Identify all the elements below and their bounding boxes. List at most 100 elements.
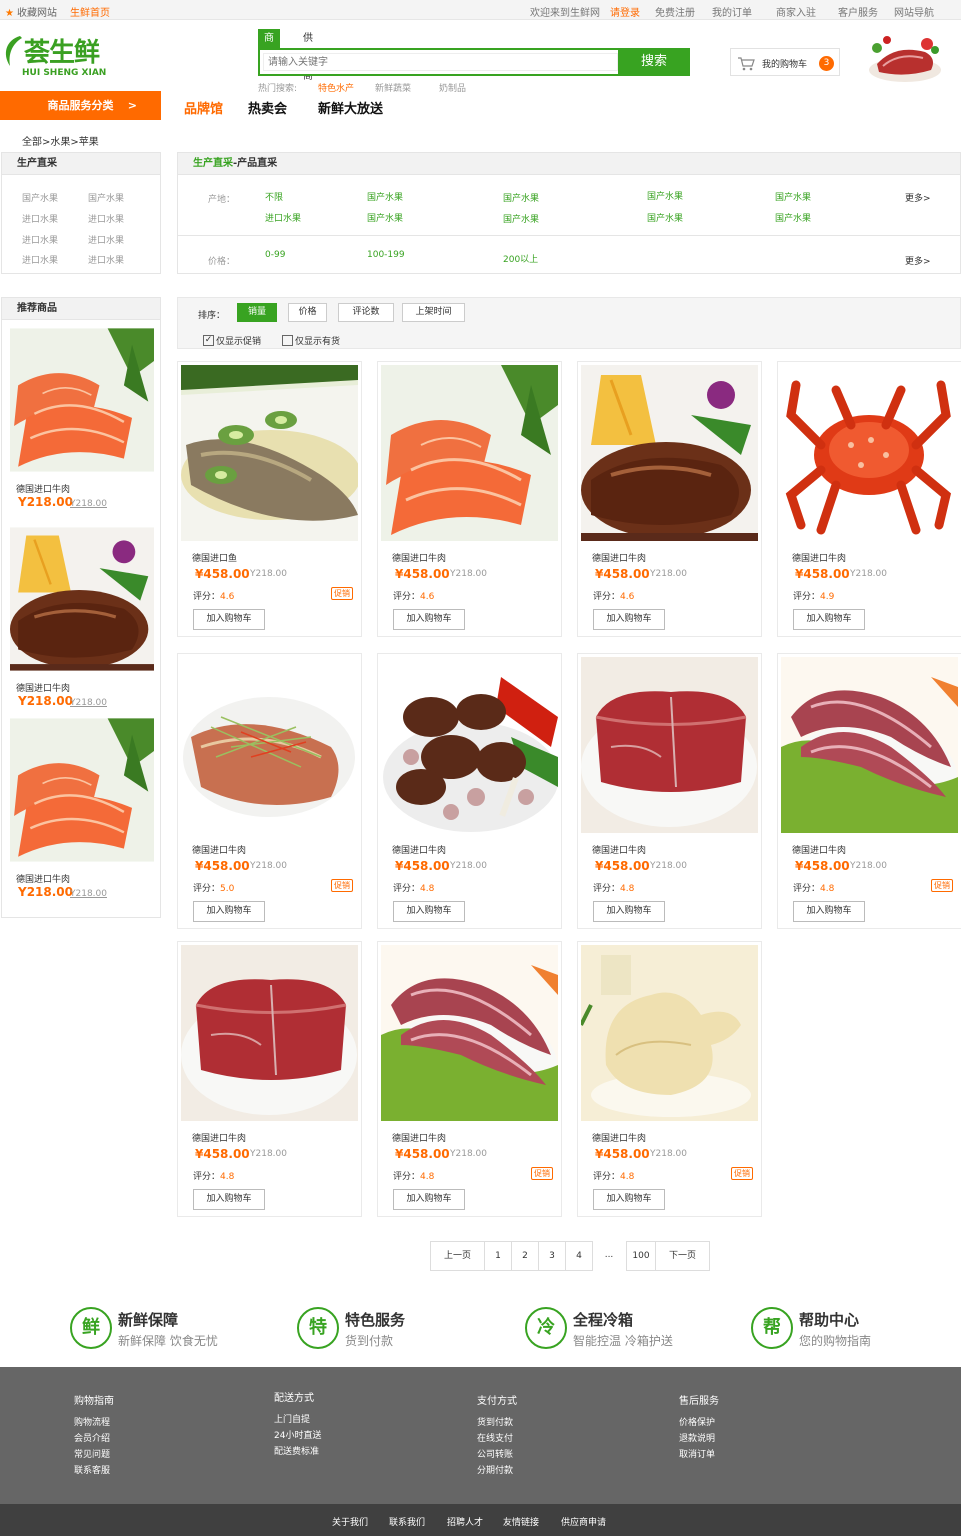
sort-by-price[interactable]: 价格 <box>288 303 327 322</box>
customer-service-link[interactable]: 客户服务 <box>838 4 878 19</box>
footer-link[interactable]: 价格保护 <box>679 1415 719 1431</box>
product-name[interactable]: 德国进口牛肉 <box>192 1131 246 1144</box>
recommend-product-image[interactable] <box>10 527 154 671</box>
category-link[interactable]: 国产水果 <box>88 191 124 204</box>
product-card[interactable]: 德国进口牛肉 ¥458.00 Y218.00 评分：4.6 加入购物车 <box>577 361 762 637</box>
add-to-cart-button[interactable]: 加入购物车 <box>593 1189 665 1210</box>
page-button[interactable]: 3 <box>538 1241 566 1271</box>
more-price-link[interactable]: 更多> <box>905 254 931 267</box>
category-link[interactable]: 进口水果 <box>22 253 58 266</box>
origin-option[interactable]: 国产水果 <box>647 189 683 202</box>
recommend-product-name[interactable]: 德国进口牛肉 <box>16 872 70 885</box>
footer-link[interactable]: 在线支付 <box>477 1431 517 1447</box>
footer-link[interactable]: 分期付款 <box>477 1463 517 1479</box>
page-button[interactable]: 4 <box>565 1241 593 1271</box>
footer-link[interactable]: 购物流程 <box>74 1415 114 1431</box>
footer-link[interactable]: 上门自提 <box>274 1412 321 1428</box>
recommend-product-name[interactable]: 德国进口牛肉 <box>16 681 70 694</box>
nav-item-brand[interactable]: 品牌馆 <box>184 98 223 117</box>
origin-option[interactable]: 国产水果 <box>503 212 539 225</box>
search-button[interactable]: 搜索 <box>618 50 690 74</box>
bottom-link[interactable]: 招聘人才 <box>447 1515 483 1528</box>
search-input[interactable] <box>263 53 618 71</box>
page-button[interactable]: 2 <box>511 1241 539 1271</box>
favorite-link[interactable]: ★ 收藏网站 <box>5 4 57 19</box>
recommend-product-image[interactable] <box>10 718 154 862</box>
product-name[interactable]: 德国进口牛肉 <box>192 843 246 856</box>
origin-option[interactable]: 国产水果 <box>775 190 811 203</box>
price-option[interactable]: 200以上 <box>503 252 538 265</box>
product-card[interactable]: 德国进口牛肉 ¥458.00 Y218.00 评分：4.9 加入购物车 <box>777 361 961 637</box>
footer-link[interactable]: 会员介绍 <box>74 1431 114 1447</box>
origin-option[interactable]: 国产水果 <box>367 190 403 203</box>
cart-button[interactable]: 我的购物车 3 <box>730 48 840 76</box>
add-to-cart-button[interactable]: 加入购物车 <box>793 901 865 922</box>
origin-option[interactable]: 国产水果 <box>775 211 811 224</box>
footer-link[interactable]: 取消订单 <box>679 1447 719 1463</box>
product-image[interactable] <box>581 365 758 541</box>
product-card[interactable]: 德国进口牛肉 ¥458.00 Y218.00 评分：4.8 加入购物车 <box>377 653 562 929</box>
add-to-cart-button[interactable]: 加入购物车 <box>593 901 665 922</box>
product-name[interactable]: 德国进口牛肉 <box>792 551 846 564</box>
add-to-cart-button[interactable]: 加入购物车 <box>193 609 265 630</box>
origin-option[interactable]: 进口水果 <box>265 211 301 224</box>
product-image[interactable] <box>181 365 358 541</box>
product-card[interactable]: 德国进口牛肉 ¥458.00 Y218.00 评分：4.8 加入购物车 <box>177 941 362 1217</box>
site-logo[interactable]: 荟生鲜 HUI SHENG XIAN <box>2 28 112 84</box>
category-link[interactable]: 进口水果 <box>22 212 58 225</box>
search-tab-supplier[interactable]: 供应商 <box>297 29 319 82</box>
product-image[interactable] <box>381 945 558 1121</box>
product-name[interactable]: 德国进口牛肉 <box>592 551 646 564</box>
nav-item-hot-sale[interactable]: 热卖会 <box>248 98 287 117</box>
login-link[interactable]: 请登录 <box>610 4 640 19</box>
home-link[interactable]: 生鲜首页 <box>70 4 110 19</box>
product-name[interactable]: 德国进口牛肉 <box>392 551 446 564</box>
bottom-link[interactable]: 联系我们 <box>389 1515 425 1528</box>
next-page-button[interactable]: 下一页 <box>655 1241 710 1271</box>
origin-option[interactable]: 不限 <box>265 190 283 203</box>
sort-by-sales[interactable]: 销量 <box>237 303 277 322</box>
price-option[interactable]: 0-99 <box>265 250 285 260</box>
page-button[interactable]: 1 <box>484 1241 512 1271</box>
product-name[interactable]: 德国进口鱼 <box>192 551 237 564</box>
category-link[interactable]: 进口水果 <box>88 233 124 246</box>
footer-link[interactable]: 公司转账 <box>477 1447 517 1463</box>
site-nav-link[interactable]: 网站导航 <box>894 4 934 19</box>
product-image[interactable] <box>781 365 958 541</box>
add-to-cart-button[interactable]: 加入购物车 <box>393 1189 465 1210</box>
origin-option[interactable]: 国产水果 <box>647 211 683 224</box>
recommend-product-image[interactable] <box>10 328 154 472</box>
product-name[interactable]: 德国进口牛肉 <box>592 1131 646 1144</box>
footer-link[interactable]: 常见问题 <box>74 1447 114 1463</box>
category-link[interactable]: 进口水果 <box>88 212 124 225</box>
category-menu-button[interactable]: 商品服务分类 > <box>0 91 161 120</box>
category-link[interactable]: 进口水果 <box>88 253 124 266</box>
origin-option[interactable]: 国产水果 <box>367 211 403 224</box>
product-card[interactable]: 德国进口牛肉 ¥458.00 Y218.00 评分：4.8 促销 加入购物车 <box>377 941 562 1217</box>
product-name[interactable]: 德国进口牛肉 <box>392 1131 446 1144</box>
footer-link[interactable]: 联系客服 <box>74 1463 114 1479</box>
my-orders-link[interactable]: 我的订单 <box>712 4 752 19</box>
page-button[interactable]: 100 <box>626 1241 656 1271</box>
sort-by-date[interactable]: 上架时间 <box>402 303 465 322</box>
more-origin-link[interactable]: 更多> <box>905 191 931 204</box>
merchant-link[interactable]: 商家入驻 <box>776 4 816 19</box>
footer-link[interactable]: 退款说明 <box>679 1431 719 1447</box>
product-image[interactable] <box>581 657 758 833</box>
promo-only-checkbox[interactable]: ✓ 仅显示促销 <box>203 334 261 347</box>
product-image[interactable] <box>181 657 358 833</box>
sort-by-reviews[interactable]: 评论数 <box>338 303 394 322</box>
nav-item-fresh-delivery[interactable]: 新鲜大放送 <box>318 98 383 117</box>
category-link[interactable]: 进口水果 <box>22 233 58 246</box>
add-to-cart-button[interactable]: 加入购物车 <box>193 901 265 922</box>
footer-link[interactable]: 货到付款 <box>477 1415 517 1431</box>
footer-link[interactable]: 配送费标准 <box>274 1444 321 1460</box>
search-tab-goods[interactable]: 商品 <box>258 29 280 63</box>
product-card[interactable]: 德国进口牛肉 ¥458.00 Y218.00 评分：4.8 促销 加入购物车 <box>777 653 961 929</box>
product-name[interactable]: 德国进口牛肉 <box>592 843 646 856</box>
add-to-cart-button[interactable]: 加入购物车 <box>793 609 865 630</box>
product-image[interactable] <box>581 945 758 1121</box>
product-name[interactable]: 德国进口牛肉 <box>392 843 446 856</box>
product-card[interactable]: 德国进口牛肉 ¥458.00 Y218.00 评分：4.8 加入购物车 <box>577 653 762 929</box>
add-to-cart-button[interactable]: 加入购物车 <box>193 1189 265 1210</box>
